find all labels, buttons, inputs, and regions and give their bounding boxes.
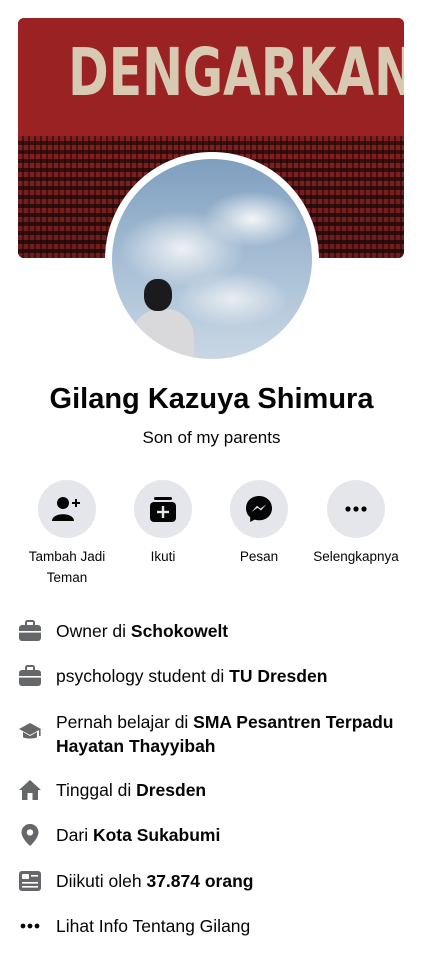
briefcase-icon — [18, 664, 42, 688]
education-prefix: Pernah belajar di — [56, 712, 194, 732]
briefcase-icon — [18, 619, 42, 643]
work-item-2: psychology student di TU Dresden — [18, 664, 408, 688]
followers-prefix: Diikuti oleh — [56, 871, 147, 891]
work-item-1: Owner di Schokowelt — [18, 619, 408, 643]
follow-label: Ikuti — [150, 549, 176, 564]
work-prefix-2: psychology student di — [56, 666, 230, 686]
cover-banner-text: DENGARKAN! — [68, 34, 404, 111]
profile-avatar[interactable] — [112, 159, 312, 359]
add-friend-icon — [52, 497, 80, 521]
hometown-place[interactable]: Kota Sukabumi — [93, 825, 220, 845]
person-head — [144, 279, 172, 311]
graduation-cap-icon — [18, 720, 42, 744]
work-place-1[interactable]: Schokowelt — [131, 621, 228, 641]
add-friend-circle[interactable] — [38, 480, 96, 538]
followers-count[interactable]: 37.874 orang — [146, 871, 253, 891]
follow-button[interactable]: Ikuti — [117, 480, 209, 567]
followers-feed-icon — [18, 869, 42, 893]
more-circle[interactable] — [327, 480, 385, 538]
hometown-item: Dari Kota Sukabumi — [18, 823, 408, 847]
add-friend-button[interactable]: Tambah Jadi Teman — [21, 480, 113, 588]
more-icon — [345, 506, 367, 512]
see-about-link[interactable]: Lihat Info Tentang Gilang — [18, 914, 408, 938]
message-button[interactable]: Pesan — [213, 480, 305, 567]
message-circle[interactable] — [230, 480, 288, 538]
profile-bio: Son of my parents — [142, 428, 281, 447]
lives-prefix: Tinggal di — [56, 780, 137, 800]
home-icon — [18, 778, 42, 802]
add-friend-label: Tambah Jadi Teman — [28, 549, 106, 585]
person-body — [132, 309, 194, 359]
message-label: Pesan — [239, 549, 279, 564]
work-place-2[interactable]: TU Dresden — [229, 666, 327, 686]
follow-icon — [150, 497, 176, 522]
lives-place[interactable]: Dresden — [136, 780, 206, 800]
education-item: Pernah belajar di SMA Pesantren Terpadu … — [18, 710, 398, 758]
profile-name: Gilang Kazuya Shimura — [49, 383, 374, 415]
work-prefix-1: Owner di — [56, 621, 131, 641]
location-pin-icon — [18, 823, 42, 847]
followers-item: Diikuti oleh 37.874 orang — [18, 869, 408, 893]
messenger-icon — [246, 496, 272, 522]
more-dots-icon — [18, 914, 42, 938]
lives-item: Tinggal di Dresden — [18, 778, 408, 802]
follow-circle[interactable] — [134, 480, 192, 538]
hometown-prefix: Dari — [56, 825, 93, 845]
more-button[interactable]: Selengkapnya — [309, 480, 403, 567]
see-about-label[interactable]: Lihat Info Tentang Gilang — [56, 914, 250, 938]
more-label: Selengkapnya — [313, 549, 399, 564]
